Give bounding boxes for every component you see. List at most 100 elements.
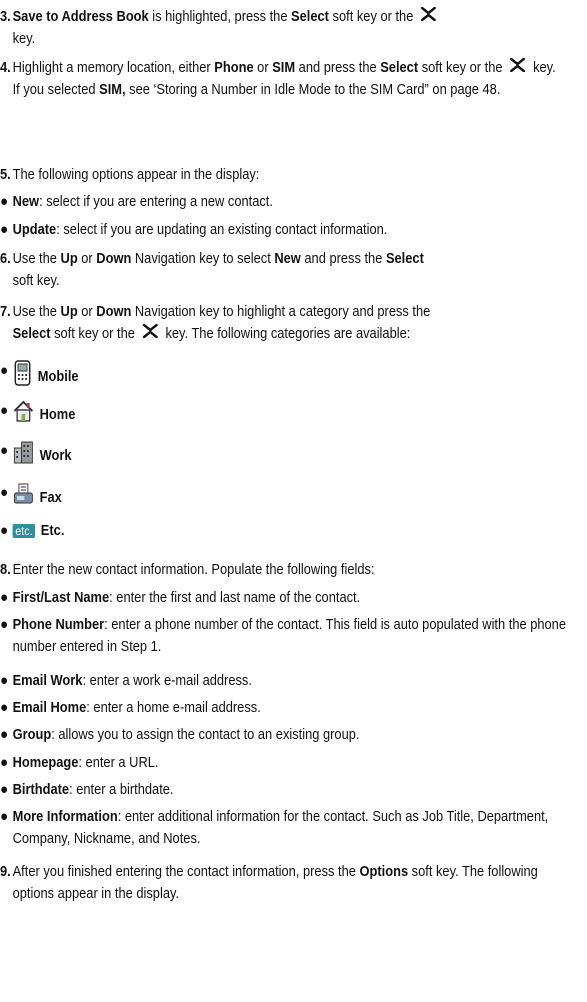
category-label: Etc.	[40, 523, 65, 539]
step-text-part: Highlight a memory location, either	[12, 60, 215, 76]
bullet: ●	[0, 402, 9, 419]
category-label: Mobile	[37, 368, 79, 385]
step-text: The following options appear in the disp…	[12, 167, 260, 183]
step-number: 7.	[0, 304, 11, 320]
field-bold: Email Work	[12, 673, 83, 689]
field-desc: : enter the first and last name of the c…	[109, 590, 361, 606]
field-text: More Information: enter additional infor…	[13, 806, 576, 850]
field-bold: Phone Number	[12, 617, 105, 633]
category: etc. Etc.	[12, 520, 65, 542]
fax-machine-icon	[13, 482, 35, 513]
step-text-part: key.	[12, 31, 36, 48]
field-bold: Group	[12, 727, 52, 743]
field-first-last-name: ● First/Last Name: enter the first and l…	[0, 587, 576, 609]
step-bold: Select	[291, 9, 329, 25]
category-label: Fax	[39, 489, 62, 506]
field-desc: : enter a home e-mail address.	[86, 700, 261, 716]
option-text: New: select if you are entering a new co…	[13, 191, 576, 213]
bullet: ●	[0, 589, 9, 606]
step-bold: Select	[380, 60, 419, 76]
bullet: ●	[0, 442, 9, 459]
bullet: ●	[0, 808, 9, 825]
step-bold: SIM	[272, 60, 296, 76]
step-text-part: and press the	[300, 251, 386, 267]
field-homepage: ● Homepage: enter a URL.	[0, 752, 576, 774]
option-bold: New	[12, 194, 40, 210]
step-bold: Up	[60, 304, 78, 320]
step-number: 4.	[0, 60, 11, 76]
house-icon	[13, 400, 35, 429]
step-number: 9.	[0, 864, 11, 880]
field-bold: Homepage	[12, 755, 79, 771]
category-etc: ● etc. Etc.	[0, 520, 576, 542]
step-number: 5.	[0, 167, 11, 183]
mobile-phone-icon	[13, 360, 33, 393]
manual-page: 3. Save to Address Book is highlighted, …	[0, 0, 587, 1002]
step-text: After you finished entering the contact …	[13, 861, 576, 905]
step-4: 4. Highlight a memory location, either P…	[0, 57, 576, 101]
bullet: ●	[0, 193, 9, 210]
step-text-part: Navigation key to select	[131, 251, 275, 267]
navigation-key-icon	[142, 323, 158, 345]
option-desc: : select if you are updating an existing…	[56, 222, 388, 238]
bullet: ●	[0, 781, 9, 798]
category-work: ● Work	[0, 440, 576, 471]
field-text: Email Home: enter a home e-mail address.	[13, 697, 576, 719]
step-text-part: is highlighted, press the	[148, 9, 292, 25]
step-bold: New	[274, 251, 301, 267]
category: Work	[13, 440, 72, 471]
step-number: 8.	[0, 562, 11, 578]
field-birthdate: ● Birthdate: enter a birthdate.	[0, 779, 576, 801]
field-bold: More Information	[12, 809, 118, 825]
field-bold: Birthdate	[12, 782, 70, 798]
category: Home	[13, 400, 76, 429]
category-label: Home	[39, 406, 76, 423]
navigation-key-icon	[421, 6, 437, 28]
navigation-key-icon	[510, 57, 526, 79]
step-text-part: soft key.	[12, 273, 60, 289]
step-bold: Select	[12, 326, 51, 342]
step-text-part: soft key or the	[328, 9, 417, 25]
field-desc: : enter a work e-mail address.	[82, 673, 252, 689]
step-text-part: or	[77, 304, 97, 320]
category-label: Work	[39, 447, 72, 464]
step-text-part: Use the	[12, 251, 61, 267]
step-text-part: Navigation key to highlight a category a…	[131, 304, 431, 320]
step-text: Highlight a memory location, either Phon…	[13, 57, 576, 101]
step-number: 6.	[0, 251, 11, 267]
field-phone-number: ● Phone Number: enter a phone number of …	[0, 614, 576, 658]
step-text-part: Use the	[12, 304, 61, 320]
step-bold: Phone	[214, 60, 254, 76]
bullet: ●	[0, 672, 9, 689]
option-update: ● Update: select if you are updating an …	[0, 219, 576, 241]
bullet: ●	[0, 522, 9, 539]
step-text: Use the Up or Down Navigation key to hig…	[13, 301, 576, 345]
step-text-part: key. The following categories are availa…	[161, 326, 411, 342]
field-text: Phone Number: enter a phone number of th…	[13, 614, 576, 658]
step-bold: SIM,	[99, 82, 126, 99]
step-text-part: see ‘Storing a Number in Idle Mode to th…	[125, 82, 501, 99]
field-desc: : enter a birthdate.	[69, 782, 174, 798]
option-new: ● New: select if you are entering a new …	[0, 191, 576, 213]
office-building-icon	[13, 440, 35, 471]
step-text: Enter the new contact information. Popul…	[12, 562, 375, 578]
step-text-part: soft key or the	[50, 326, 139, 342]
step-text: Save to Address Book is highlighted, pre…	[13, 6, 576, 50]
field-text: First/Last Name: enter the first and las…	[13, 587, 576, 609]
category-home: ● Home	[0, 400, 576, 429]
step-text-part: key.	[529, 60, 556, 76]
step-bold: Up	[60, 251, 78, 267]
field-email-home: ● Email Home: enter a home e-mail addres…	[0, 697, 576, 719]
step-bold: Select	[385, 251, 424, 267]
bullet: ●	[0, 754, 9, 771]
bullet: ●	[0, 221, 9, 238]
category-mobile: ● Mobile	[0, 360, 576, 393]
step-bold: Down	[96, 304, 132, 320]
step-9: 9. After you finished entering the conta…	[0, 861, 576, 905]
option-bold: Update	[12, 222, 57, 238]
field-bold: Email Home	[12, 700, 87, 716]
step-8: 8. Enter the new contact information. Po…	[0, 559, 576, 581]
bullet: ●	[0, 726, 9, 743]
step-6: 6. Use the Up or Down Navigation key to …	[0, 248, 576, 292]
field-email-work: ● Email Work: enter a work e-mail addres…	[0, 670, 576, 692]
